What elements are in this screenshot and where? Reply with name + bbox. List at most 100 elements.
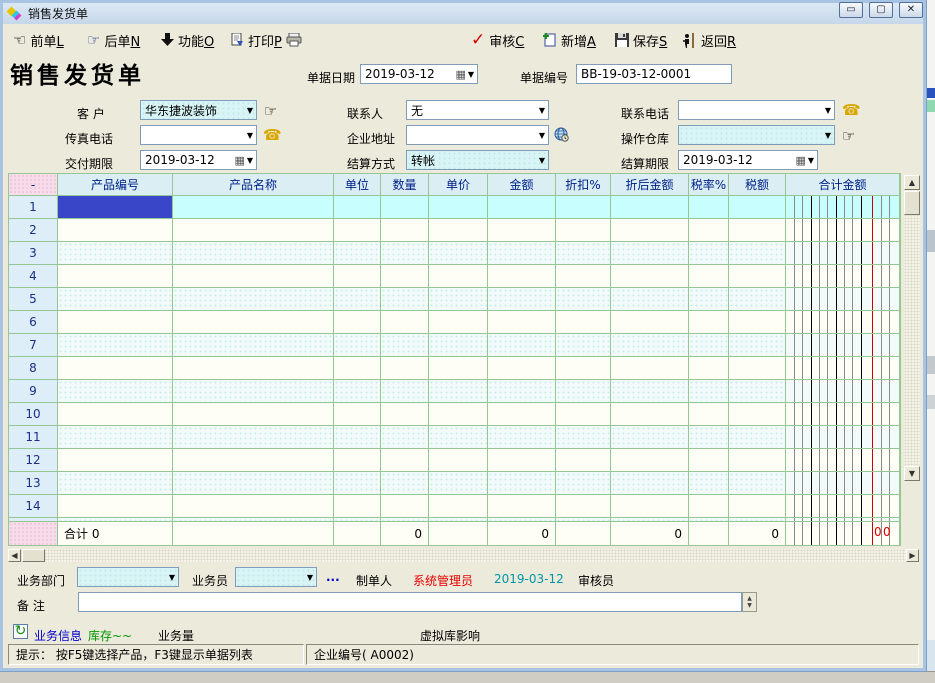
grid-cell[interactable] <box>173 242 334 265</box>
grid-cell[interactable] <box>334 426 381 449</box>
grid-cell[interactable] <box>556 472 611 495</box>
grid-cell[interactable] <box>58 426 173 449</box>
grid-cell[interactable] <box>381 265 429 288</box>
grid-cell[interactable] <box>689 357 729 380</box>
grid-cell[interactable] <box>488 334 556 357</box>
warehouse-combo[interactable]: ▼ <box>678 125 835 145</box>
grid-cell[interactable] <box>556 242 611 265</box>
grid-cell[interactable] <box>556 380 611 403</box>
grid-cell[interactable] <box>381 311 429 334</box>
chevron-down-icon[interactable]: ▼ <box>169 573 178 582</box>
titlebar[interactable]: 销售发货单 <box>3 3 923 24</box>
new-button[interactable]: 新增A <box>543 28 596 52</box>
grid-cell[interactable] <box>429 403 488 426</box>
grid-cell[interactable] <box>334 334 381 357</box>
grid-cell[interactable] <box>556 334 611 357</box>
grid-cell[interactable] <box>429 196 488 219</box>
grid-cell[interactable] <box>689 334 729 357</box>
grid-cell[interactable] <box>334 311 381 334</box>
grid-cell[interactable] <box>689 265 729 288</box>
column-header[interactable]: 金额 <box>488 174 556 196</box>
business-info-link[interactable]: 业务信息 <box>34 627 82 644</box>
grid-cell[interactable] <box>689 288 729 311</box>
grid-cell[interactable] <box>488 449 556 472</box>
chevron-down-icon[interactable]: ▼ <box>825 131 834 140</box>
grid-cell[interactable] <box>556 426 611 449</box>
v-scroll-thumb[interactable] <box>904 191 920 215</box>
grid-cell[interactable] <box>786 380 900 403</box>
scroll-right-button[interactable]: ▶ <box>906 549 919 562</box>
grid-cell[interactable] <box>381 495 429 518</box>
column-header[interactable]: 税额 <box>729 174 786 196</box>
grid-cell[interactable] <box>58 357 173 380</box>
function-button[interactable]: 功能O <box>161 28 214 52</box>
grid-cell[interactable] <box>786 357 900 380</box>
grid-cell[interactable] <box>334 288 381 311</box>
refresh-icon[interactable]: ↻ <box>13 624 28 639</box>
chevron-down-icon[interactable]: ▼ <box>307 573 316 582</box>
grid-cell[interactable] <box>786 288 900 311</box>
grid-cell[interactable] <box>488 288 556 311</box>
grid-cell[interactable] <box>173 472 334 495</box>
chevron-down-icon[interactable]: ▼ <box>466 70 477 79</box>
row-number[interactable]: 14 <box>9 495 58 518</box>
grid-cell[interactable] <box>429 311 488 334</box>
grid-cell[interactable] <box>556 219 611 242</box>
print-button[interactable]: 打印P <box>231 28 302 52</box>
grid-cell[interactable] <box>173 265 334 288</box>
calendar-icon[interactable]: ▦ <box>455 68 465 81</box>
grid-cell[interactable] <box>58 495 173 518</box>
grid-cell[interactable] <box>58 334 173 357</box>
row-number[interactable]: 12 <box>9 449 58 472</box>
grid-cell[interactable] <box>729 426 786 449</box>
grid-cell[interactable] <box>488 311 556 334</box>
grid-cell[interactable] <box>488 472 556 495</box>
grid-cell[interactable] <box>488 495 556 518</box>
prev-doc-button[interactable]: ☜ 前单L <box>13 28 64 52</box>
close-button[interactable]: ✕ <box>899 2 923 18</box>
grid-cell[interactable] <box>689 403 729 426</box>
grid-cell[interactable] <box>58 242 173 265</box>
column-header[interactable]: 单价 <box>429 174 488 196</box>
grid-cell[interactable] <box>729 311 786 334</box>
column-header[interactable]: - <box>9 174 58 196</box>
grid-cell[interactable] <box>173 495 334 518</box>
grid-cell[interactable] <box>58 449 173 472</box>
grid-cell[interactable] <box>58 311 173 334</box>
grid-cell[interactable] <box>334 380 381 403</box>
grid-cell[interactable] <box>556 265 611 288</box>
grid-cell[interactable] <box>381 196 429 219</box>
hand-pick-icon[interactable]: ☞ <box>842 127 855 145</box>
grid-cell[interactable] <box>786 219 900 242</box>
grid-cell[interactable] <box>381 357 429 380</box>
grid-cell[interactable] <box>429 426 488 449</box>
grid-cell[interactable] <box>689 380 729 403</box>
column-header[interactable]: 合计金额 <box>786 174 900 196</box>
row-number[interactable]: 10 <box>9 403 58 426</box>
grid-cell[interactable] <box>334 219 381 242</box>
grid-cell[interactable] <box>488 265 556 288</box>
row-number[interactable]: 2 <box>9 219 58 242</box>
h-scroll-thumb[interactable] <box>22 549 45 562</box>
v-scrollbar[interactable] <box>904 175 920 481</box>
grid-cell[interactable] <box>334 357 381 380</box>
grid-cell[interactable] <box>488 242 556 265</box>
row-number[interactable]: 8 <box>9 357 58 380</box>
row-number[interactable]: 6 <box>9 311 58 334</box>
grid-cell[interactable] <box>429 219 488 242</box>
grid-cell[interactable] <box>173 219 334 242</box>
grid-cell[interactable] <box>429 288 488 311</box>
grid-cell[interactable] <box>381 288 429 311</box>
chevron-down-icon[interactable]: ▼ <box>539 156 548 165</box>
column-header[interactable]: 单位 <box>334 174 381 196</box>
grid-cell[interactable] <box>556 449 611 472</box>
grid-cell[interactable] <box>786 426 900 449</box>
phone-icon[interactable]: ☎ <box>263 126 282 144</box>
chevron-down-icon[interactable]: ▼ <box>806 156 817 165</box>
grid-cell[interactable] <box>381 426 429 449</box>
grid-cell[interactable] <box>429 334 488 357</box>
scroll-left-button[interactable]: ◀ <box>8 549 21 562</box>
grid-cell[interactable] <box>488 219 556 242</box>
column-header[interactable]: 折扣% <box>556 174 611 196</box>
row-number[interactable]: 3 <box>9 242 58 265</box>
